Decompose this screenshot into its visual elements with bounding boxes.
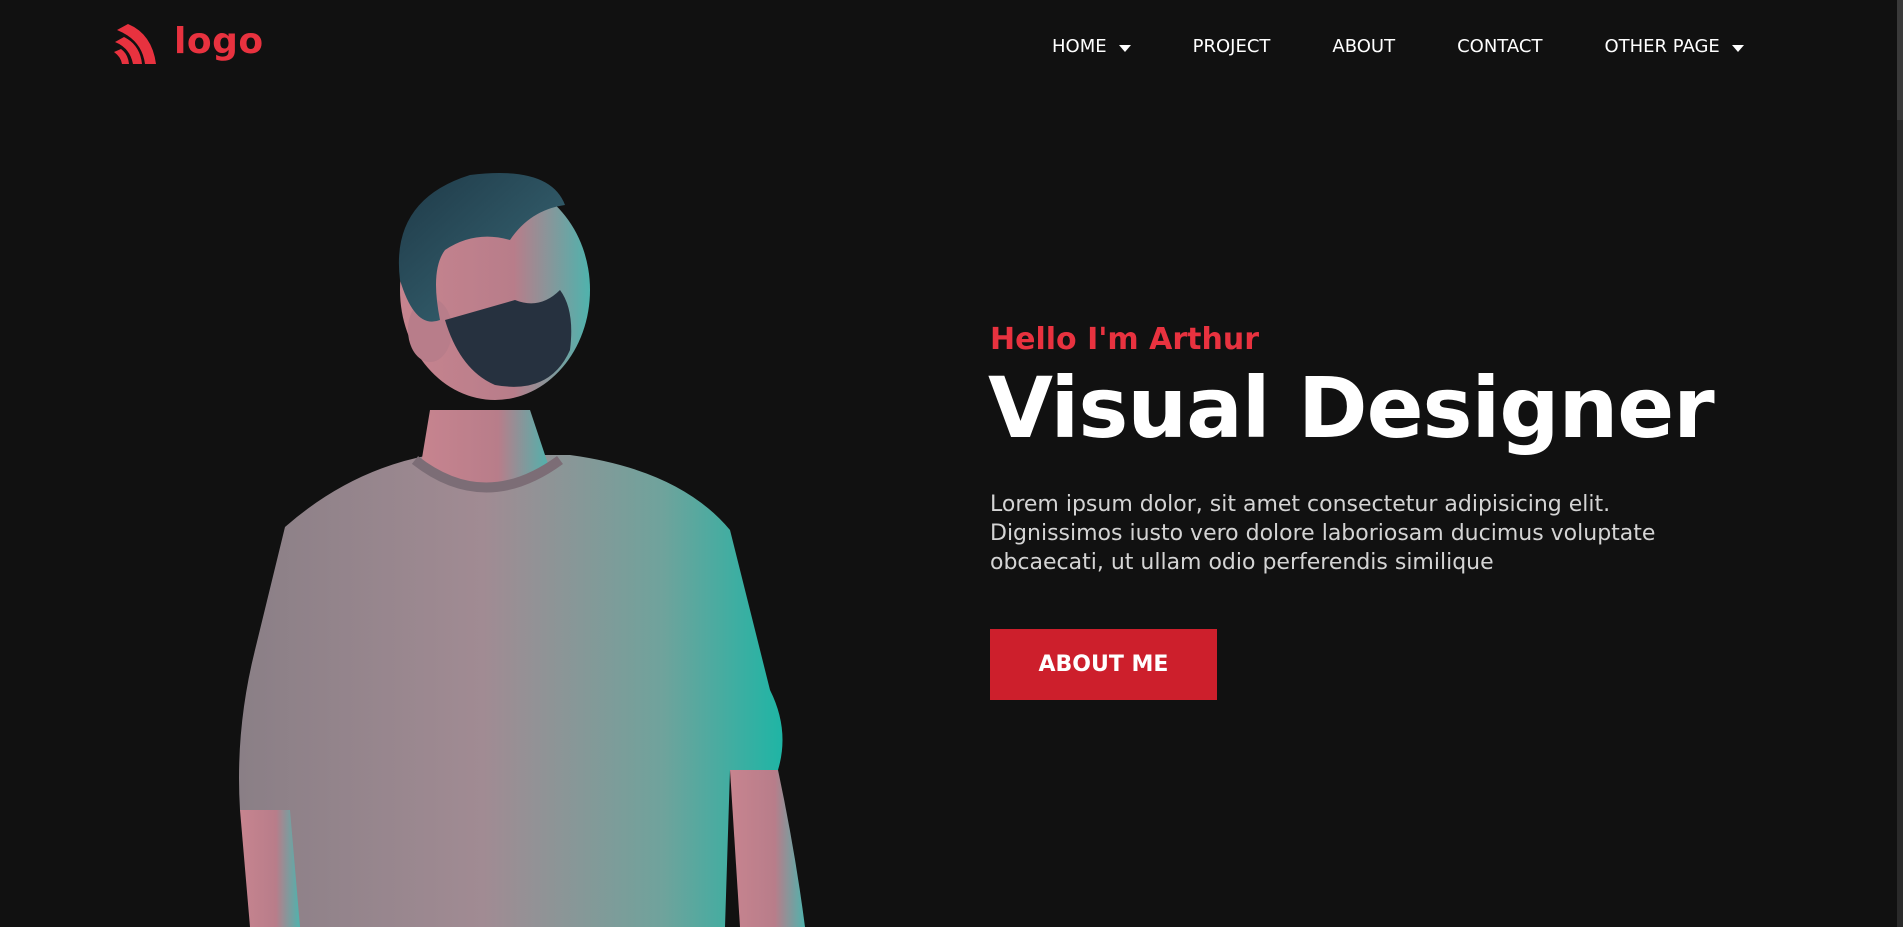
page: logo HOME PROJECT ABOUT CONTACT OTHER PA… — [0, 0, 1903, 927]
hero-portrait-image — [239, 173, 805, 927]
nav-home-label: HOME — [1052, 35, 1107, 57]
hero-greeting: Hello I'm Arthur — [990, 322, 1259, 357]
nav-home[interactable]: HOME — [1052, 36, 1131, 57]
scrollbar-thumb[interactable] — [1897, 0, 1903, 120]
nav-other-page[interactable]: OTHER PAGE — [1604, 35, 1744, 57]
logo-link[interactable]: logo — [112, 18, 264, 70]
nav-other-page-label: OTHER PAGE — [1604, 35, 1720, 57]
main-nav: HOME PROJECT ABOUT CONTACT OTHER PAGE — [1052, 32, 1744, 60]
logo-icon — [114, 24, 156, 64]
hero-description: Lorem ipsum dolor, sit amet consectetur … — [990, 492, 1656, 575]
nav-about[interactable]: ABOUT — [1332, 36, 1395, 57]
chevron-down-icon — [1118, 44, 1131, 52]
hero-headline: Visual Designer — [988, 359, 1715, 457]
nav-contact-label: CONTACT — [1457, 35, 1543, 57]
chevron-down-icon — [1731, 44, 1744, 52]
about-me-button[interactable]: ABOUT ME — [990, 629, 1217, 700]
nav-about-label: ABOUT — [1332, 35, 1396, 57]
logo-text: logo — [174, 21, 264, 62]
nav-project[interactable]: PROJECT — [1193, 36, 1271, 57]
nav-project-label: PROJECT — [1192, 35, 1271, 57]
page-scrollbar[interactable] — [1897, 0, 1903, 927]
nav-contact[interactable]: CONTACT — [1457, 36, 1542, 57]
